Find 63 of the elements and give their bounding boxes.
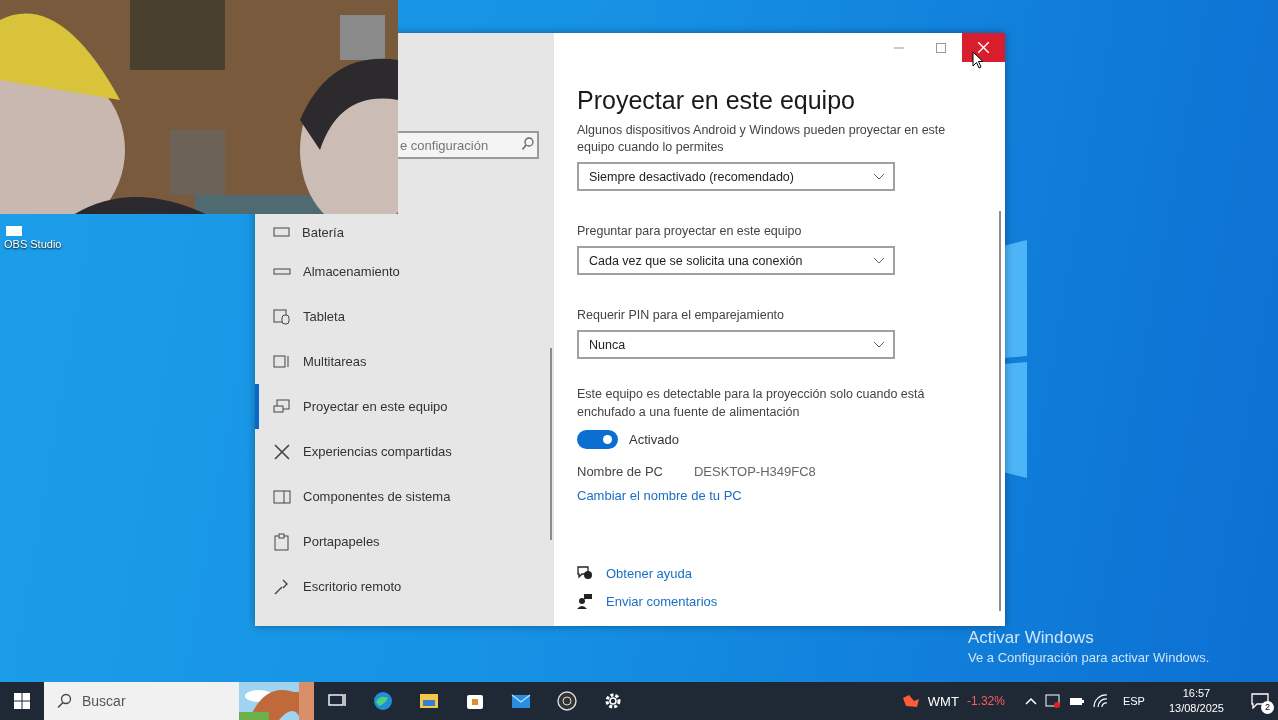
page-title: Proyectar en este equipo bbox=[577, 85, 855, 116]
setting-description: Este equipo es detectable para la proyección solo cuando está enchufado a una fuente de alimentación bbox=[577, 386, 926, 421]
app-icon[interactable] bbox=[4, 226, 24, 236]
field-value: DESKTOP-H349FC8 bbox=[694, 464, 816, 479]
record-icon bbox=[556, 690, 578, 712]
language-indicator[interactable]: ESP bbox=[1122, 695, 1145, 707]
close-icon bbox=[978, 42, 989, 53]
activation-text: Ve a Configuración para activar Windows. bbox=[968, 650, 1210, 665]
stock-change: -1.32% bbox=[966, 694, 1005, 708]
maximize-icon bbox=[936, 42, 946, 53]
sidebar-item[interactable]: Batería bbox=[255, 215, 554, 249]
chevron-up-icon[interactable] bbox=[1024, 697, 1037, 705]
clock-date[interactable]: 13/08/2025 bbox=[1168, 701, 1224, 716]
scrollbar[interactable] bbox=[550, 348, 552, 540]
clock-time[interactable]: 16:57 bbox=[1182, 686, 1211, 701]
notification-count: 2 bbox=[1261, 701, 1274, 714]
tablet-icon bbox=[273, 307, 291, 326]
projector-icon bbox=[273, 397, 291, 416]
battery-icon[interactable] bbox=[1068, 695, 1085, 707]
setting-label: Preguntar para proyectar en este equipo bbox=[577, 223, 803, 240]
search-icon[interactable] bbox=[522, 137, 534, 150]
feedback-icon bbox=[577, 593, 593, 609]
stock-symbol: WMT bbox=[927, 693, 959, 709]
close-button[interactable] bbox=[962, 33, 1005, 62]
field-label: Nombre de PC bbox=[577, 464, 663, 479]
multitasking-icon bbox=[273, 352, 291, 371]
stock-arrow-icon bbox=[901, 694, 920, 708]
rename-link[interactable]: Cambiar el nombre de tu PC bbox=[577, 488, 742, 503]
sidebar-item[interactable]: Multitareas bbox=[255, 339, 554, 384]
setting-label: Requerir PIN para el emparejamiento bbox=[577, 307, 786, 324]
sidebar-item[interactable]: Componentes de sistema bbox=[255, 474, 554, 519]
wifi-icon[interactable] bbox=[1092, 694, 1109, 708]
dropdown[interactable]: Cada vez que se solicita una conexión bbox=[577, 246, 895, 275]
toggle-switch[interactable] bbox=[577, 430, 618, 449]
search-field[interactable]: e configuración bbox=[398, 131, 539, 159]
sidebar-item[interactable]: Almacenamiento bbox=[255, 249, 554, 294]
sidebar-item[interactable]: Experiencias compartidas bbox=[255, 429, 554, 474]
search-icon bbox=[56, 693, 72, 709]
help-icon bbox=[577, 565, 593, 581]
chevron-down-icon bbox=[873, 172, 885, 181]
browser-icon bbox=[372, 690, 394, 712]
help-link[interactable]: Obtener ayuda bbox=[606, 565, 692, 581]
sidebar-item[interactable]: Tableta bbox=[255, 294, 554, 339]
components-icon bbox=[273, 487, 291, 506]
setting-label: Algunos dispositivos Android y Windows pueden proyectar en este equipo cuando lo permites bbox=[577, 122, 947, 156]
toggle-label: Activado bbox=[629, 432, 679, 447]
sidebar-item[interactable]: Portapapeles bbox=[255, 519, 554, 564]
help-link[interactable]: Enviar comentarios bbox=[606, 593, 718, 609]
clipboard-icon bbox=[273, 532, 291, 551]
chevron-down-icon bbox=[873, 340, 885, 349]
chevron-down-icon bbox=[873, 256, 885, 265]
windows-logo-icon bbox=[14, 693, 30, 709]
scrollbar[interactable] bbox=[999, 211, 1001, 611]
battery-icon bbox=[273, 227, 290, 237]
notification-button[interactable]: 2 bbox=[1242, 682, 1278, 720]
dropdown[interactable]: Siempre desactivado (recomendado) bbox=[577, 162, 895, 191]
taskbar-search-field[interactable]: Buscar bbox=[44, 682, 239, 720]
presentation-icon[interactable] bbox=[1044, 694, 1061, 708]
cursor-icon bbox=[972, 51, 984, 69]
sidebar-item[interactable]: Escritorio remoto bbox=[255, 564, 554, 609]
activation-title: Activar Windows bbox=[968, 628, 1095, 648]
notification-icon bbox=[1251, 693, 1269, 709]
dropdown[interactable]: Nunca bbox=[577, 330, 895, 359]
